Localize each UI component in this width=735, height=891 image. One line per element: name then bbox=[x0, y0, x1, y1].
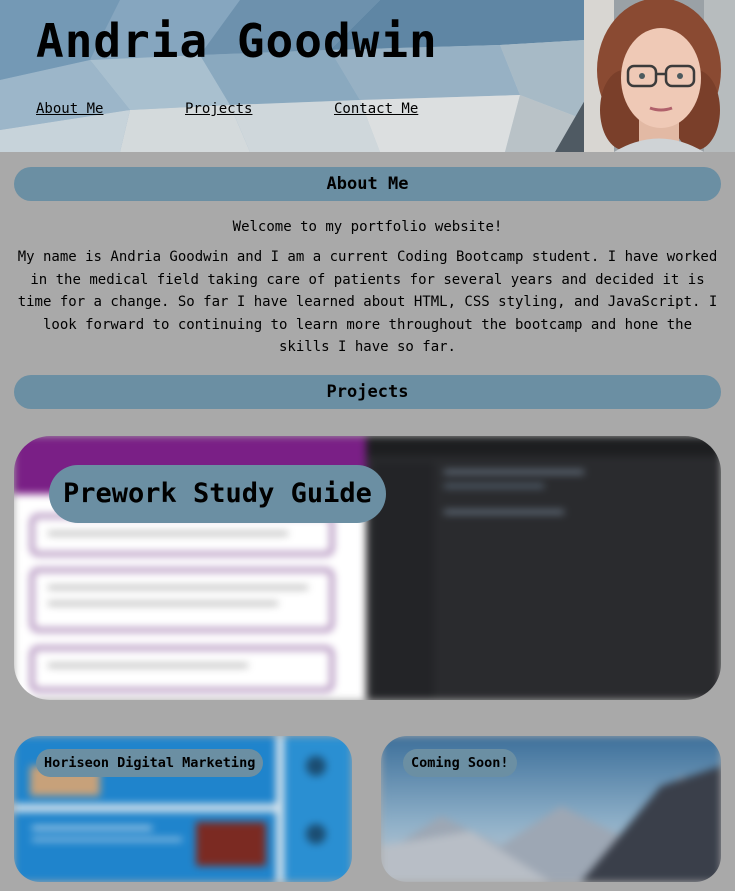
project-card-horiseon[interactable]: Horiseon Digital Marketing bbox=[14, 736, 352, 882]
nav-link-projects[interactable]: Projects bbox=[185, 101, 252, 117]
project-label-prework: Prework Study Guide bbox=[49, 465, 386, 523]
about-section-heading: About Me bbox=[14, 167, 721, 201]
main-nav: About Me Projects Contact Me bbox=[0, 101, 585, 121]
projects-section-heading: Projects bbox=[14, 375, 721, 409]
project-label-horiseon: Horiseon Digital Marketing bbox=[36, 749, 264, 777]
project-card-prework[interactable]: Prework Study Guide bbox=[14, 436, 721, 700]
nav-link-about[interactable]: About Me bbox=[36, 101, 103, 117]
about-paragraph: My name is Andria Goodwin and I am a cur… bbox=[17, 249, 718, 356]
site-header: Andria Goodwin About Me Projects Contact… bbox=[0, 0, 735, 152]
project-card-coming-soon[interactable]: Coming Soon! bbox=[381, 736, 721, 882]
site-title: Andria Goodwin bbox=[36, 14, 438, 68]
welcome-text: Welcome to my portfolio website! bbox=[232, 219, 503, 235]
project-label-coming-soon: Coming Soon! bbox=[403, 749, 517, 777]
nav-link-contact[interactable]: Contact Me bbox=[334, 101, 418, 117]
profile-photo bbox=[584, 0, 735, 152]
